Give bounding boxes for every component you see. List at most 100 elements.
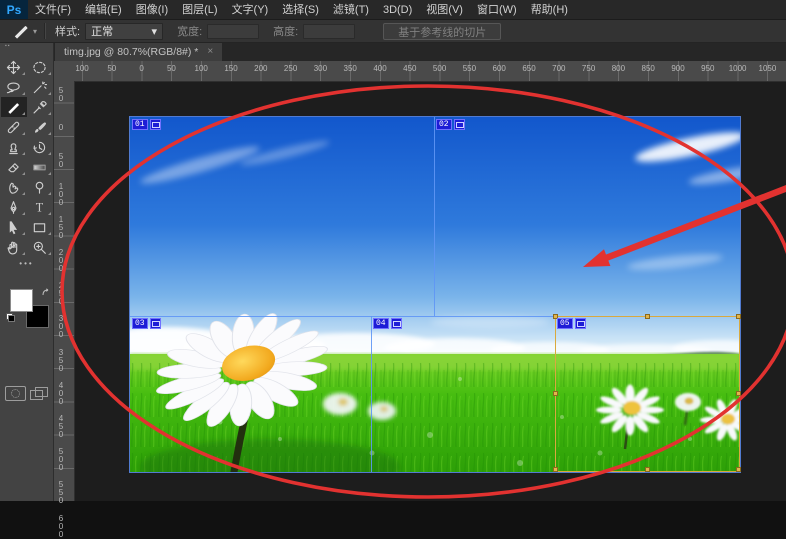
hruler-tick: 850: [642, 64, 655, 73]
healing-brush-tool[interactable]: [1, 117, 27, 137]
path-selection-tool[interactable]: [1, 217, 27, 237]
eyedropper-tool[interactable]: [27, 97, 53, 117]
magic-wand-tool[interactable]: [27, 77, 53, 97]
hruler-tick: 500: [433, 64, 446, 73]
slice-badge-03[interactable]: 03: [132, 318, 161, 329]
eraser-tool[interactable]: [1, 157, 27, 177]
menu-item-2[interactable]: 图像(I): [129, 4, 175, 16]
slice-handle[interactable]: [645, 467, 650, 472]
menu-item-8[interactable]: 视图(V): [419, 4, 470, 16]
hand-tool[interactable]: [1, 237, 27, 257]
path-selection-tool-icon: [6, 220, 21, 235]
type-tool[interactable]: T: [27, 197, 53, 217]
slice-handle[interactable]: [645, 314, 650, 319]
zoom-tool[interactable]: [27, 237, 53, 257]
default-colors-icon[interactable]: [6, 313, 15, 322]
slice-handle[interactable]: [736, 391, 741, 396]
tool-preset-picker[interactable]: ▾: [12, 22, 37, 40]
menu-item-6[interactable]: 滤镜(T): [326, 4, 376, 16]
screen-mode-button[interactable]: [29, 386, 48, 399]
width-input[interactable]: [207, 24, 259, 39]
tool-panel: ▪▪ T •••: [0, 42, 54, 501]
vruler-tick: 50: [56, 153, 66, 169]
slice-badge-04[interactable]: 04: [373, 318, 402, 329]
document-tab-title: timg.jpg @ 80.7%(RGB/8#) *: [64, 46, 198, 58]
menu-item-4[interactable]: 文字(Y): [225, 4, 276, 16]
hruler-tick: 1000: [729, 64, 747, 73]
height-input[interactable]: [303, 24, 355, 39]
edit-toolbar-ellipsis[interactable]: •••: [0, 259, 53, 273]
menu-item-3[interactable]: 图层(L): [175, 4, 224, 16]
slice-number: 03: [132, 318, 148, 329]
slices-from-guides-button[interactable]: 基于参考线的切片: [383, 23, 501, 40]
slice-handle[interactable]: [736, 314, 741, 319]
document-tab[interactable]: timg.jpg @ 80.7%(RGB/8#) * ×: [55, 42, 222, 61]
rectangle-tool[interactable]: [27, 217, 53, 237]
eyedropper-tool-icon: [32, 100, 47, 115]
lasso-tool-icon: [6, 80, 21, 95]
smudge-tool[interactable]: [1, 177, 27, 197]
panel-collapse-handle[interactable]: ▪▪: [0, 42, 53, 57]
slice-line-vertical-top[interactable]: [434, 117, 435, 316]
menu-item-1[interactable]: 编辑(E): [78, 4, 129, 16]
close-tab-icon[interactable]: ×: [207, 46, 213, 57]
dodge-tool[interactable]: [27, 177, 53, 197]
slice-handle[interactable]: [553, 391, 558, 396]
menu-item-10[interactable]: 帮助(H): [524, 4, 575, 16]
selected-slice-border[interactable]: [555, 316, 740, 472]
slice-handle[interactable]: [553, 467, 558, 472]
canvas-area[interactable]: 01 02 03 04 05: [74, 81, 786, 501]
vruler-tick: 350: [56, 349, 66, 373]
horizontal-ruler[interactable]: 1005005010015020025030035040045050055060…: [53, 61, 786, 82]
menu-item-0[interactable]: 文件(F): [28, 4, 78, 16]
menu-item-5[interactable]: 选择(S): [275, 4, 326, 16]
vruler-tick: 400: [56, 382, 66, 406]
hruler-tick: 100: [195, 64, 208, 73]
pen-tool[interactable]: [1, 197, 27, 217]
slice-tool[interactable]: [1, 97, 27, 117]
rectangle-tool-icon: [32, 220, 47, 235]
photo-document[interactable]: 01 02 03 04 05: [130, 117, 740, 472]
menu-bar: Ps 文件(F)编辑(E)图像(I)图层(L)文字(Y)选择(S)滤镜(T)3D…: [0, 0, 786, 20]
eraser-tool-icon: [6, 160, 21, 175]
menu-item-9[interactable]: 窗口(W): [470, 4, 524, 16]
move-tool-icon: [6, 60, 21, 75]
style-dropdown[interactable]: 正常 ▾: [85, 23, 163, 40]
slice-line-vertical-bottom[interactable]: [371, 316, 372, 472]
hruler-tick: 350: [344, 64, 357, 73]
marquee-tool[interactable]: [27, 57, 53, 77]
move-tool[interactable]: [1, 57, 27, 77]
lasso-tool[interactable]: [1, 77, 27, 97]
swap-colors-icon[interactable]: [41, 285, 52, 295]
slice-number: 05: [557, 318, 573, 329]
panel-bottom-buttons: [0, 386, 53, 401]
slice-badge-02[interactable]: 02: [436, 119, 465, 130]
hruler-tick: 200: [254, 64, 267, 73]
vruler-tick: 300: [56, 315, 66, 339]
vruler-tick: 200: [56, 249, 66, 273]
vruler-tick: 550: [56, 481, 66, 505]
hruler-tick: 400: [373, 64, 386, 73]
hruler-tick: 100: [75, 64, 88, 73]
chevron-down-icon: ▾: [33, 27, 37, 36]
svg-text:T: T: [36, 200, 44, 214]
vertical-ruler[interactable]: 50050100150200250300350400450500550600: [53, 81, 75, 501]
height-label: 高度:: [273, 23, 298, 39]
brush-tool[interactable]: [27, 117, 53, 137]
separator: [44, 23, 46, 39]
slice-badge-01[interactable]: 01: [132, 119, 161, 130]
history-brush-tool[interactable]: [27, 137, 53, 157]
clone-stamp-tool[interactable]: [1, 137, 27, 157]
history-brush-tool-icon: [32, 140, 47, 155]
gradient-tool[interactable]: [27, 157, 53, 177]
quick-mask-button[interactable]: [5, 386, 26, 401]
options-bar: ▾ 样式: 正常 ▾ 宽度: 高度: 基于参考线的切片: [0, 20, 786, 43]
slice-handle[interactable]: [736, 467, 741, 472]
vruler-tick: 50: [56, 87, 66, 103]
menu-items: 文件(F)编辑(E)图像(I)图层(L)文字(Y)选择(S)滤镜(T)3D(D)…: [28, 0, 575, 20]
menu-item-7[interactable]: 3D(D): [376, 4, 419, 16]
photoshop-logo[interactable]: Ps: [0, 0, 28, 19]
foreground-color-swatch[interactable]: [10, 289, 33, 312]
hruler-tick: 150: [224, 64, 237, 73]
slice-badge-05[interactable]: 05: [557, 318, 586, 329]
